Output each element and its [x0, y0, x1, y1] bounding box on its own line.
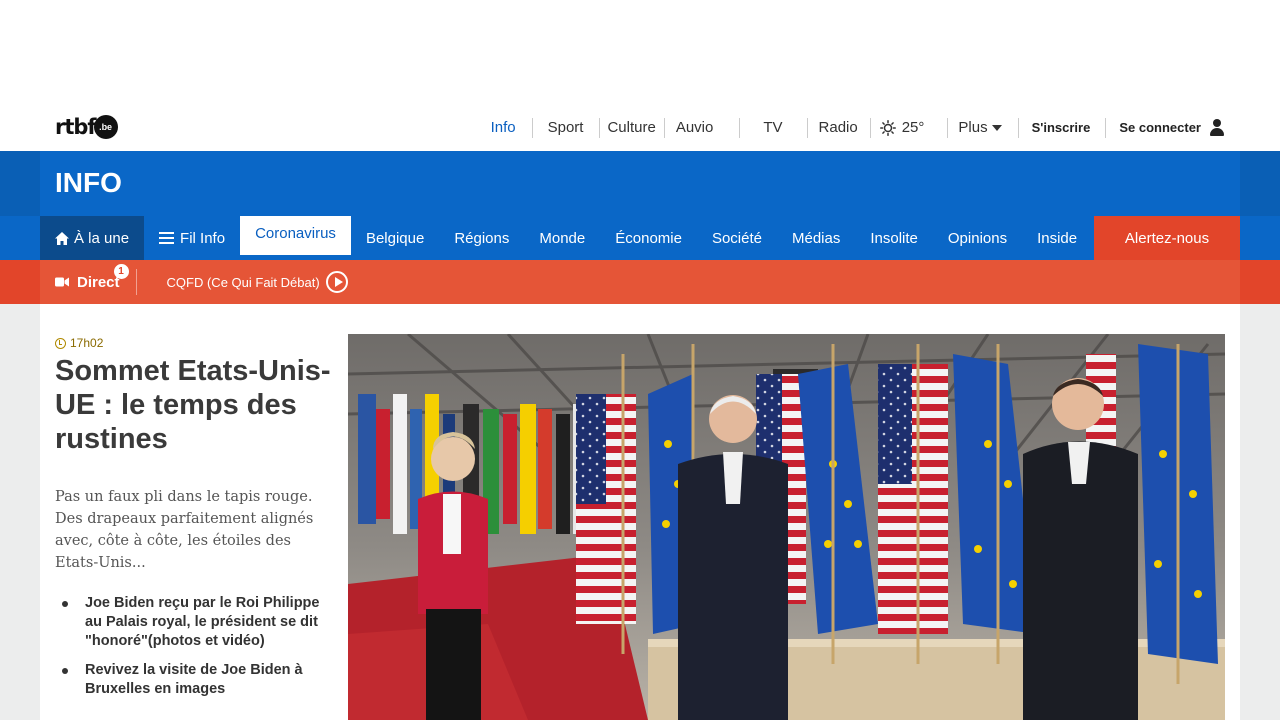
clock-icon: [55, 337, 66, 349]
topnav-auvio[interactable]: Auvio: [663, 117, 740, 138]
tab-inside[interactable]: Inside: [1022, 216, 1092, 260]
program-link[interactable]: CQFD (Ce Qui Fait Débat): [167, 271, 348, 293]
tab-insolite[interactable]: Insolite: [855, 216, 933, 260]
play-icon[interactable]: [325, 271, 348, 293]
article-lead: Pas un faux pli dans le tapis rouge. Des…: [55, 489, 314, 571]
tab-monde[interactable]: Monde: [524, 216, 600, 260]
tab-home[interactable]: À la une: [40, 216, 145, 260]
tab-societe[interactable]: Société: [697, 216, 777, 260]
time-label: 17h02: [70, 336, 104, 350]
rtbf-logo[interactable]: rtbf .be: [55, 115, 118, 139]
weather-widget[interactable]: 25°: [869, 117, 948, 138]
hero-image[interactable]: [348, 334, 1225, 720]
topnav-radio[interactable]: Radio: [806, 117, 870, 138]
ad-space: [0, 0, 1280, 104]
section-title[interactable]: INFO: [55, 167, 122, 199]
alert-button[interactable]: Alertez-nous: [1094, 216, 1240, 260]
more-label: Plus: [958, 118, 988, 136]
tab-coronavirus[interactable]: Coronavirus: [240, 216, 351, 255]
direct-link[interactable]: Direct 1: [40, 264, 136, 294]
related-link[interactable]: Revivez la visite de Joe Biden à Bruxell…: [62, 661, 337, 699]
tab-belgique[interactable]: Belgique: [351, 216, 439, 260]
section-nav: À la une Fil Info Coronavirus Belgique R…: [0, 216, 1280, 260]
direct-badge: 1: [113, 264, 129, 279]
home-icon: [55, 231, 69, 245]
tab-opinions[interactable]: Opinions: [933, 216, 1022, 260]
tab-medias[interactable]: Médias: [777, 216, 855, 260]
top-header: rtbf .be Info Sport Culture Auvio TV Rad…: [0, 104, 1280, 151]
logo-suffix: .be: [93, 115, 118, 139]
tab-fil-info[interactable]: Fil Info: [144, 216, 240, 260]
login-link[interactable]: Se connecter: [1105, 117, 1201, 138]
user-icon[interactable]: [1209, 118, 1225, 137]
hero-photo: [348, 334, 1225, 720]
tab-fil-label: Fil Info: [180, 229, 226, 247]
topnav-info[interactable]: Info: [475, 118, 532, 138]
weather-temp: 25°: [901, 118, 925, 136]
program-title: CQFD (Ce Qui Fait Débat): [166, 274, 320, 290]
sun-icon: [879, 119, 896, 136]
section-band: INFO: [0, 151, 1280, 216]
related-link[interactable]: Joe Biden reçu par le Roi Philippe au Pa…: [62, 594, 337, 651]
divider: [135, 269, 137, 295]
tab-regions[interactable]: Régions: [439, 216, 524, 260]
list-icon: [159, 232, 175, 244]
chevron-down-icon: [991, 124, 1002, 131]
main-content: 17h02 Sommet Etats-Unis-UE : le temps de…: [40, 304, 1240, 720]
topnav-tv[interactable]: TV: [739, 117, 806, 138]
tab-home-label: À la une: [74, 229, 130, 247]
topnav-culture[interactable]: Culture: [599, 117, 663, 138]
article-headline[interactable]: Sommet Etats-Unis-UE : le temps des rust…: [55, 354, 340, 456]
top-nav: Info Sport Culture Auvio TV Radio 25° Pl…: [475, 104, 1280, 151]
logo-text: rtbf: [55, 114, 97, 139]
more-menu[interactable]: Plus: [947, 117, 1017, 138]
tab-economie[interactable]: Économie: [600, 216, 697, 260]
signup-link[interactable]: S'inscrire: [1017, 117, 1106, 138]
live-bar: Direct 1 CQFD (Ce Qui Fait Débat): [0, 260, 1280, 304]
article-time: 17h02: [55, 336, 103, 350]
related-links: Joe Biden reçu par le Roi Philippe au Pa…: [62, 594, 337, 709]
direct-label: Direct: [77, 273, 120, 291]
topnav-sport[interactable]: Sport: [531, 117, 600, 138]
video-camera-icon: [55, 277, 69, 287]
